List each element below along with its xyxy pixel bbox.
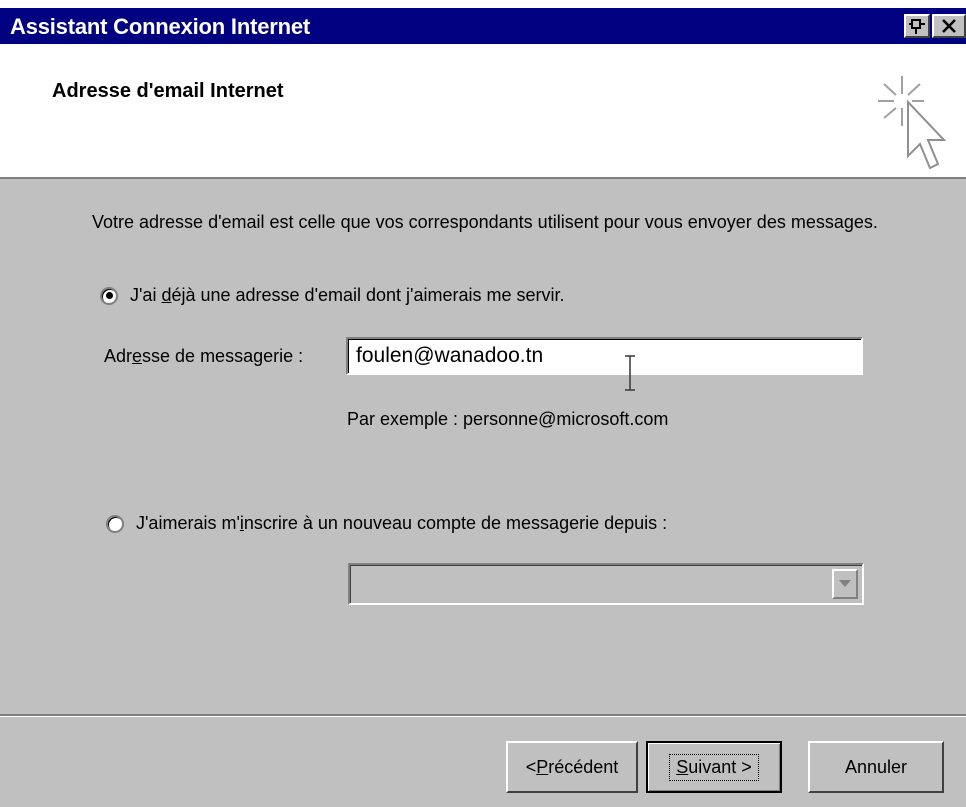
radio-new-label: J'aimerais m'inscrire à un nouveau compt… — [136, 513, 668, 533]
example-text: Par exemple : personne@microsoft.com — [347, 409, 669, 429]
context-help-button[interactable] — [904, 14, 930, 38]
wizard-footer: < Précédent Suivant > Annuler — [0, 714, 966, 807]
email-field[interactable] — [346, 337, 863, 375]
radio-existing-label: J'ai déjà une adresse d'email dont j'aim… — [130, 285, 565, 305]
provider-dropdown[interactable] — [348, 563, 864, 605]
dropdown-button[interactable] — [832, 569, 858, 599]
close-icon — [942, 19, 956, 33]
radio-button-checked[interactable] — [100, 286, 118, 305]
text-cursor-icon — [625, 355, 635, 391]
wizard-window: Assistant Connexion Internet Adresse d'e… — [0, 0, 966, 807]
radio-new-account[interactable]: J'aimerais m'inscrire à un nouveau compt… — [106, 513, 667, 534]
chevron-down-icon — [839, 580, 851, 587]
pin-icon — [909, 19, 925, 34]
page-title: Adresse d'email Internet — [52, 80, 284, 102]
close-button[interactable] — [932, 14, 966, 38]
description-text: Votre adresse d'email est celle que vos … — [92, 212, 878, 232]
window-title: Assistant Connexion Internet — [10, 14, 310, 39]
title-bar[interactable]: Assistant Connexion Internet — [0, 0, 966, 44]
wizard-header: Adresse d'email Internet — [0, 44, 966, 179]
back-button[interactable]: < Précédent — [506, 741, 638, 793]
email-field-label: Adresse de messagerie : — [104, 346, 304, 366]
radio-button-unchecked[interactable] — [106, 514, 124, 533]
radio-existing-address[interactable]: J'ai déjà une adresse d'email dont j'aim… — [100, 285, 565, 306]
wizard-cursor-icon — [878, 76, 947, 170]
cancel-button[interactable]: Annuler — [808, 741, 944, 793]
next-button[interactable]: Suivant > — [646, 741, 782, 793]
wizard-body: Votre adresse d'email est celle que vos … — [0, 179, 966, 714]
